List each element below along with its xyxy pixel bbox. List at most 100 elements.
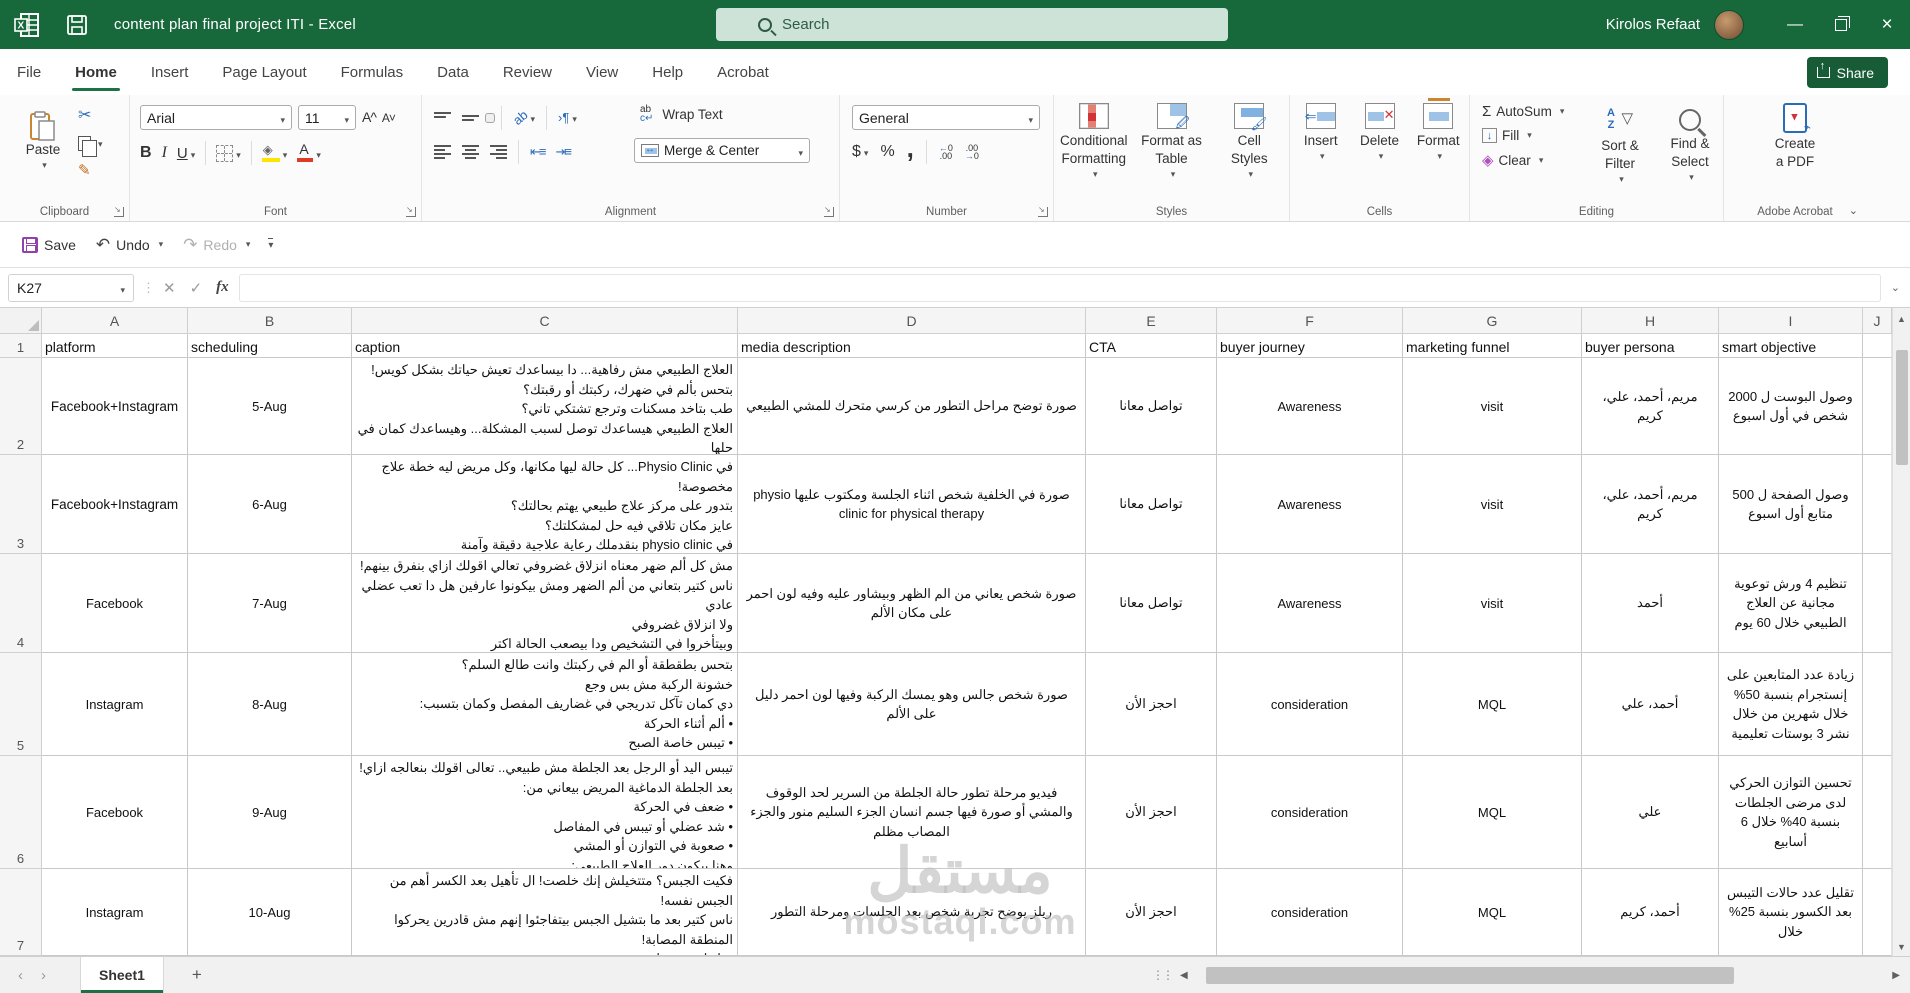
wrap-text-button[interactable]: ab c↵ Wrap Text: [640, 105, 723, 124]
cell-objective[interactable]: زيادة عدد المتابعين على إنستجرام بنسبة 5…: [1719, 653, 1863, 756]
italic-icon[interactable]: [162, 144, 167, 162]
cell-platform[interactable]: Instagram: [42, 653, 188, 756]
tab-home[interactable]: Home: [58, 49, 134, 95]
avatar[interactable]: [1714, 9, 1744, 40]
cell-journey[interactable]: consideration: [1217, 653, 1403, 756]
cell-caption[interactable]: تيبس اليد أو الرجل بعد الجلطة مش طبيعي..…: [352, 756, 738, 869]
comma-icon[interactable]: [907, 143, 914, 161]
cell-date[interactable]: 9-Aug: [188, 756, 352, 869]
clear-button[interactable]: Clear: [1482, 151, 1564, 169]
cell-empty[interactable]: [1863, 869, 1892, 956]
cell-date[interactable]: 8-Aug: [188, 653, 352, 756]
excel-app-icon[interactable]: X: [14, 12, 40, 38]
customize-toolbar-icon[interactable]: ▾: [268, 238, 274, 251]
cell-caption[interactable]: بتحس بطقطقة أو الم في ركبتك وانت طالع ال…: [352, 653, 738, 756]
enter-icon[interactable]: ✓: [190, 279, 203, 297]
cell-caption[interactable]: فكيت الجبس؟ متتخيلش إنك خلصت! ال تأهيل ب…: [352, 869, 738, 956]
tab-help[interactable]: Help: [635, 49, 700, 95]
indent-icon[interactable]: [555, 143, 569, 161]
font-family-select[interactable]: Arial: [140, 105, 292, 130]
expand-formula-bar-icon[interactable]: ⌄: [1891, 281, 1900, 294]
cell-platform[interactable]: Facebook+Instagram: [42, 358, 188, 455]
splitter-handle-icon[interactable]: ⋮⋮: [1152, 968, 1174, 982]
search-input[interactable]: Search: [716, 8, 1228, 41]
cell-objective-header[interactable]: smart objective: [1719, 334, 1863, 358]
cut-icon[interactable]: [78, 105, 103, 125]
cell-funnel[interactable]: visit: [1403, 358, 1582, 455]
cell-empty[interactable]: [1863, 756, 1892, 869]
dialog-launcher-icon[interactable]: [824, 205, 834, 217]
row-header-2[interactable]: 2: [0, 358, 42, 455]
col-header-j[interactable]: J: [1863, 308, 1892, 334]
col-header-b[interactable]: B: [188, 308, 352, 334]
save-button[interactable]: Save: [14, 232, 84, 258]
tab-page-layout[interactable]: Page Layout: [205, 49, 323, 95]
cell-date[interactable]: 7-Aug: [188, 554, 352, 653]
decrease-decimal-icon[interactable]: .00 →0: [965, 144, 979, 161]
cell-journey[interactable]: consideration: [1217, 756, 1403, 869]
scroll-up-icon[interactable]: ▲: [1897, 314, 1906, 324]
increase-decimal-icon[interactable]: ←0.00: [939, 144, 953, 161]
cell-caption[interactable]: في Physio Clinic... كل حالة ليها مكانها،…: [352, 455, 738, 554]
cell-objective[interactable]: وصول البوست ل 2000 شخص في أول اسبوع: [1719, 358, 1863, 455]
cell-caption[interactable]: مش كل ألم ضهر معناه انزلاق غضروفي تعالي …: [352, 554, 738, 653]
cell-empty[interactable]: [1863, 455, 1892, 554]
row-header-6[interactable]: 6: [0, 756, 42, 869]
paste-button[interactable]: Paste: [14, 103, 72, 171]
percent-icon[interactable]: [880, 143, 894, 161]
cancel-icon[interactable]: ✕: [163, 279, 176, 297]
sort-filter-button[interactable]: Sort & Filter: [1588, 99, 1652, 186]
cell-funnel[interactable]: visit: [1403, 554, 1582, 653]
tab-data[interactable]: Data: [420, 49, 486, 95]
col-header-h[interactable]: H: [1582, 308, 1719, 334]
cell-media[interactable]: صورة توضح مراحل التطور من كرسي متحرك للم…: [738, 358, 1086, 455]
cell-persona[interactable]: أحمد، كريم: [1582, 869, 1719, 956]
col-header-f[interactable]: F: [1217, 308, 1403, 334]
name-box[interactable]: K27: [8, 273, 134, 302]
share-button[interactable]: Share: [1806, 57, 1888, 88]
next-sheet-icon[interactable]: ›: [41, 967, 46, 984]
cell-objective[interactable]: تحسين التوازن الحركي لدى مرضى الجلطات بن…: [1719, 756, 1863, 869]
cell-funnel[interactable]: MQL: [1403, 869, 1582, 956]
minimize-button[interactable]: —: [1772, 0, 1818, 49]
cell-platform[interactable]: Facebook: [42, 756, 188, 869]
cell-empty[interactable]: [1863, 334, 1892, 358]
dollar-icon[interactable]: [852, 143, 861, 160]
cell-objective[interactable]: تنظيم 4 ورش توعوية مجانية عن العلاج الطب…: [1719, 554, 1863, 653]
format-as-table-button[interactable]: Format as Table: [1134, 95, 1210, 221]
tab-insert[interactable]: Insert: [134, 49, 206, 95]
cell-persona[interactable]: مريم، أحمد، علي، كريم: [1582, 455, 1719, 554]
align-center-icon[interactable]: [462, 144, 479, 160]
align-right-icon[interactable]: [490, 144, 507, 160]
undo-button[interactable]: Undo: [88, 230, 171, 260]
col-header-a[interactable]: A: [42, 308, 188, 334]
cell-persona[interactable]: أحمد: [1582, 554, 1719, 653]
collapse-ribbon-icon[interactable]: ⌄: [1849, 204, 1858, 217]
cell-styles-button[interactable]: Cell Styles: [1211, 95, 1287, 221]
cell-cta[interactable]: تواصل معانا: [1086, 455, 1217, 554]
cell-empty[interactable]: [1863, 554, 1892, 653]
tab-acrobat[interactable]: Acrobat: [700, 49, 786, 95]
merge-center-button[interactable]: Merge & Center: [634, 138, 810, 163]
cell-caption[interactable]: العلاج الطبيعي مش رفاهية... دا بيساعدك ت…: [352, 358, 738, 455]
cell-media-header[interactable]: media description: [738, 334, 1086, 358]
cell-funnel[interactable]: MQL: [1403, 653, 1582, 756]
cell-empty[interactable]: [1863, 358, 1892, 455]
cell-caption-header[interactable]: caption: [352, 334, 738, 358]
cell-date[interactable]: 5-Aug: [188, 358, 352, 455]
cell-cta[interactable]: تواصل معانا: [1086, 554, 1217, 653]
bold-icon[interactable]: [140, 144, 152, 162]
dialog-launcher-icon[interactable]: [114, 205, 124, 217]
font-size-select[interactable]: 11: [298, 105, 356, 130]
scroll-right-icon[interactable]: ▶: [1892, 970, 1900, 981]
cell-empty[interactable]: [1863, 653, 1892, 756]
save-icon[interactable]: [66, 14, 88, 36]
cell-journey[interactable]: Awareness: [1217, 554, 1403, 653]
insert-cells-button[interactable]: Insert: [1293, 95, 1349, 221]
col-header-e[interactable]: E: [1086, 308, 1217, 334]
cell-funnel[interactable]: visit: [1403, 455, 1582, 554]
align-left-icon[interactable]: [434, 144, 451, 160]
cell-cta[interactable]: احجز الأن: [1086, 756, 1217, 869]
cell-date[interactable]: 6-Aug: [188, 455, 352, 554]
create-pdf-button[interactable]: Create a PDF: [1750, 95, 1840, 171]
